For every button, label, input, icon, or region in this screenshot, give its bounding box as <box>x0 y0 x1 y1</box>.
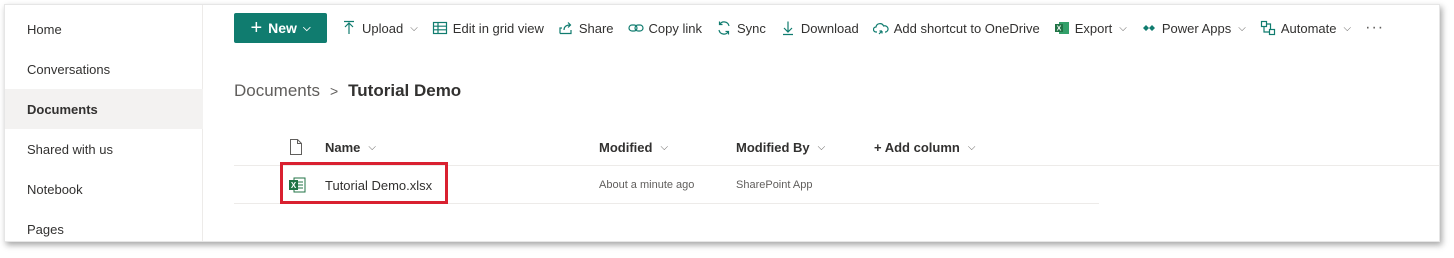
export-label: Export <box>1074 20 1113 36</box>
chevron-down-icon: ⌵ <box>660 141 669 153</box>
nav-item-label: Pages <box>27 221 64 237</box>
chevron-right-icon: > <box>329 83 339 99</box>
power-apps-button[interactable]: Power Apps ⌵ <box>1141 20 1246 36</box>
sync-button[interactable]: Sync <box>716 20 766 36</box>
download-button[interactable]: Download <box>780 20 859 36</box>
automate-icon <box>1260 20 1276 36</box>
edit-grid-view-button[interactable]: Edit in grid view <box>432 20 544 36</box>
chevron-down-icon: ⌵ <box>1119 22 1127 34</box>
command-bar: + New ⌵ Upload ⌵ Edit in grid view Share <box>234 12 1384 44</box>
breadcrumb: Documents > Tutorial Demo <box>234 81 461 101</box>
share-icon <box>558 20 574 36</box>
nav-item-label: Shared with us <box>27 141 113 157</box>
sharepoint-window: Home Conversations Documents Shared with… <box>4 4 1440 242</box>
more-options-icon[interactable]: ··· <box>1365 19 1384 37</box>
download-icon <box>780 20 796 36</box>
list-header: Name ⌵ Modified ⌵ Modified By ⌵ + Add co… <box>234 128 1439 166</box>
chevron-down-icon: ⌵ <box>302 22 311 34</box>
column-header-name-label: Name <box>325 139 361 155</box>
nav-item-conversations[interactable]: Conversations <box>5 49 203 89</box>
share-button[interactable]: Share <box>558 20 614 36</box>
highlight-box <box>280 162 448 204</box>
automate-button[interactable]: Automate ⌵ <box>1260 20 1351 36</box>
column-header-modified-by-label: Modified By <box>736 139 810 155</box>
upload-button[interactable]: Upload ⌵ <box>341 20 418 36</box>
chevron-down-icon: ⌵ <box>368 141 377 153</box>
copy-link-label: Copy link <box>648 20 703 36</box>
nav-item-label: Home <box>27 21 62 37</box>
nav-item-label: Notebook <box>27 181 83 197</box>
excel-icon: X <box>1054 20 1070 36</box>
power-apps-icon <box>1141 20 1157 36</box>
breadcrumb-current: Tutorial Demo <box>348 81 462 100</box>
nav-item-pages[interactable]: Pages <box>5 209 203 241</box>
nav-item-notebook[interactable]: Notebook <box>5 169 203 209</box>
svg-text:X: X <box>1056 26 1061 33</box>
column-header-modified[interactable]: Modified ⌵ <box>599 128 668 166</box>
breadcrumb-root[interactable]: Documents <box>234 81 320 101</box>
share-label: Share <box>578 20 614 36</box>
nav-item-label: Conversations <box>27 61 111 77</box>
link-icon <box>627 20 644 36</box>
column-header-modified-by[interactable]: Modified By ⌵ <box>736 128 825 166</box>
modified-by-value: SharePoint App <box>736 179 813 191</box>
plus-icon: + <box>250 17 263 39</box>
chevron-down-icon: ⌵ <box>817 141 826 153</box>
download-label: Download <box>800 20 859 36</box>
cloud-shortcut-icon <box>872 20 889 36</box>
power-apps-label: Power Apps <box>1161 20 1232 36</box>
automate-label: Automate <box>1280 20 1337 36</box>
sync-label: Sync <box>737 20 766 36</box>
chevron-down-icon: ⌵ <box>967 141 976 153</box>
column-header-name[interactable]: Name ⌵ <box>325 128 376 166</box>
nav-item-label: Documents <box>27 101 98 117</box>
export-button[interactable]: X Export ⌵ <box>1054 20 1127 36</box>
add-shortcut-button[interactable]: Add shortcut to OneDrive <box>872 20 1040 36</box>
nav-item-shared-with-us[interactable]: Shared with us <box>5 129 203 169</box>
chevron-down-icon: ⌵ <box>1238 22 1246 34</box>
modified-by-cell: SharePoint App <box>736 166 812 204</box>
sync-icon <box>716 20 732 36</box>
upload-label: Upload <box>362 20 404 36</box>
left-navigation: Home Conversations Documents Shared with… <box>5 5 203 241</box>
chevron-down-icon: ⌵ <box>1343 22 1352 34</box>
modified-cell: About a minute ago <box>599 166 694 204</box>
new-button-label: New <box>268 20 297 36</box>
new-button[interactable]: + New ⌵ <box>234 13 327 43</box>
edit-grid-view-label: Edit in grid view <box>452 20 544 36</box>
nav-item-home[interactable]: Home <box>5 9 203 49</box>
add-column-button[interactable]: + Add column ⌵ <box>874 128 975 166</box>
add-shortcut-label: Add shortcut to OneDrive <box>893 20 1040 36</box>
upload-icon <box>341 20 357 36</box>
grid-icon <box>432 20 448 36</box>
add-column-label: + Add column <box>874 139 960 155</box>
modified-value: About a minute ago <box>599 179 695 191</box>
copy-link-button[interactable]: Copy link <box>627 20 703 36</box>
nav-item-documents[interactable]: Documents <box>5 89 203 129</box>
column-header-modified-label: Modified <box>599 139 653 155</box>
chevron-down-icon: ⌵ <box>410 22 418 34</box>
file-type-header-icon[interactable] <box>289 128 303 166</box>
